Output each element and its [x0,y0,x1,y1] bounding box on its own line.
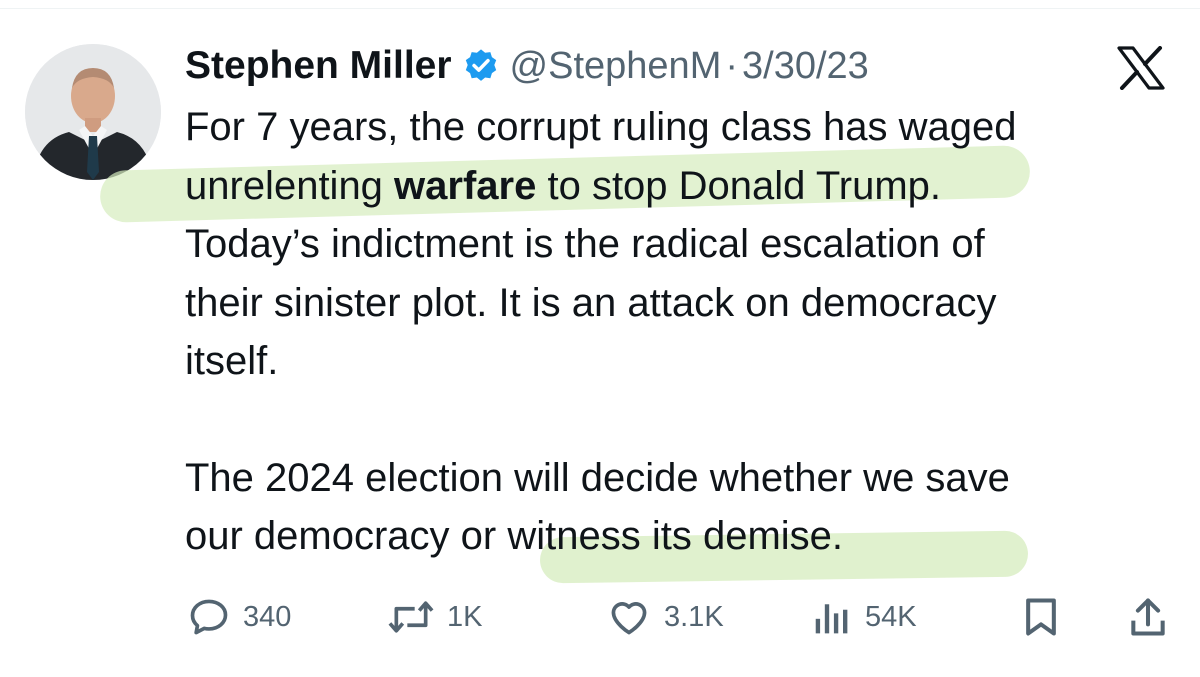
tweet-line: For 7 years, the corrupt ruling class ha… [185,105,1017,149]
action-bar: 340 1K 3.1K 54K [0,592,1200,642]
tweet-line: their sinister plot. It is an attack on … [185,280,997,325]
bookmark-button[interactable] [1020,592,1062,642]
top-divider [0,8,1200,9]
tweet-line: our democracy or witness its demise. [185,514,844,558]
bookmark-icon [1026,598,1056,636]
tweet-text-segment: unrelenting [185,163,395,208]
tweet-paragraph-1: For 7 years, the corrupt ruling class ha… [185,98,1185,391]
avatar-photo-icon [25,44,161,180]
tweet-line: The 2024 election will decide whether we… [185,455,1010,500]
repost-count: 1K [447,600,483,633]
heart-icon [611,602,647,635]
author-handle[interactable]: @StephenM [510,45,722,88]
share-button[interactable] [1127,592,1169,642]
share-icon [1131,598,1165,636]
reply-count: 340 [243,600,292,633]
repost-icon [388,601,434,633]
reply-icon [190,599,228,635]
tweet-paragraph-2: The 2024 election will decide whether we… [185,449,1185,566]
repost-button[interactable]: 1K [387,592,482,642]
tweet-text-segment: to stop Donald Trump. [536,163,942,208]
tweet-line: itself. [185,339,279,383]
x-logo-icon[interactable] [1115,46,1167,90]
like-count: 3.1K [664,600,724,633]
tweet-bold-word: warfare [394,163,537,208]
tweet-date[interactable]: 3/30/23 [742,45,869,88]
tweet-header: Stephen Miller @StephenM · 3/30/23 [185,38,869,94]
views-button[interactable]: 54K [813,592,917,642]
separator-dot: · [725,44,739,87]
views-count: 54K [865,600,917,633]
verified-badge-icon [462,47,500,85]
tweet-text: For 7 years, the corrupt ruling class ha… [185,98,1185,566]
tweet-line: unrelenting warfare to stop Donald Trump… [185,157,1185,216]
avatar[interactable] [25,44,161,180]
like-button[interactable]: 3.1K [606,592,724,642]
author-name[interactable]: Stephen Miller [185,44,452,88]
views-chart-icon [815,604,848,634]
reply-button[interactable]: 340 [187,592,291,642]
tweet-line: Today’s indictment is the radical escala… [185,222,985,266]
